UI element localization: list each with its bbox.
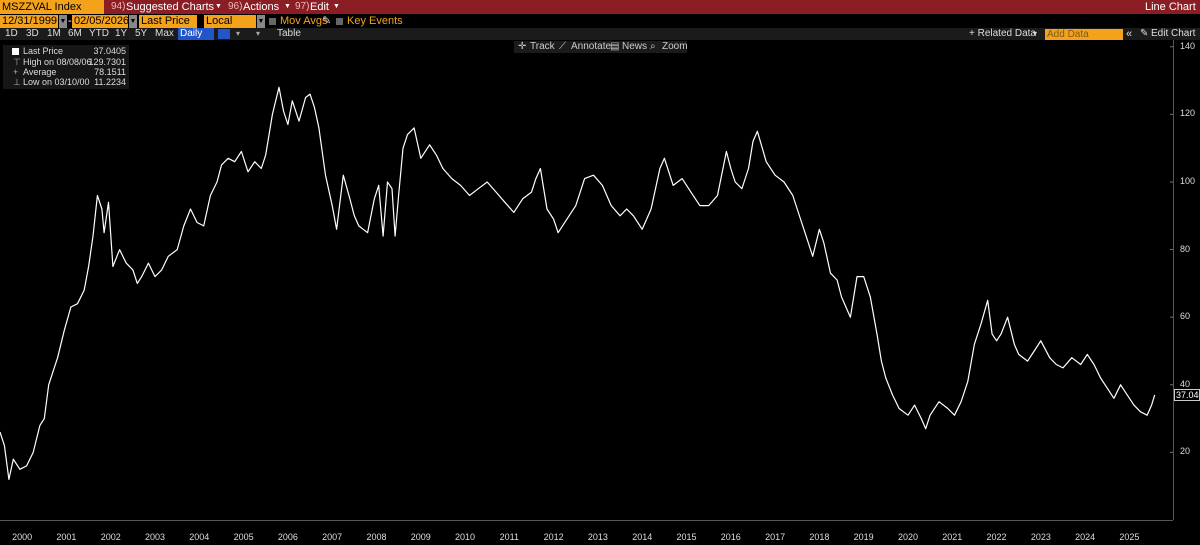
x-tick-label: 2010 [455,532,476,542]
mov-avgs-checkbox[interactable] [269,18,276,25]
edit-chart-button[interactable]: Edit Chart [1151,28,1195,40]
y-tick-label: 40 [1180,378,1191,389]
period-ytd[interactable]: YTD [89,28,109,40]
currency-dropdown-icon[interactable]: ▼ [257,15,265,28]
table-button[interactable]: Table [277,28,301,40]
x-tick-label: 2004 [189,532,210,542]
x-tick-label: 2018 [809,532,830,542]
y-tick-label: 100 [1180,175,1196,186]
low-marker-icon: ⊥ [13,77,21,87]
start-date-dropdown-icon[interactable]: ▼ [59,15,67,28]
x-tick-label: 2002 [100,532,121,542]
related-data-button[interactable]: + Related Data [969,28,1036,40]
period-3d[interactable]: 3D [26,28,39,40]
y-tick-label: 80 [1180,243,1191,254]
x-tick-label: 2021 [942,532,963,542]
key-events-label[interactable]: Key Events [347,15,403,28]
edit-chart-pencil-icon[interactable]: ✎ [1140,28,1148,40]
x-tick-label: 2001 [56,532,77,542]
y-tick-label: 60 [1180,311,1191,322]
frequency-select[interactable]: Daily [178,28,214,40]
legend-row-low: ⊥ Low on 03/10/00 11.2234 [3,77,129,88]
pencil-icon[interactable]: ✎ [322,15,331,28]
mov-avgs-label[interactable]: Mov Avgs [280,15,328,28]
end-date-dropdown-icon[interactable]: ▼ [129,15,137,28]
x-tick-label: 2013 [587,532,608,542]
actions-caret-icon: ▼ [284,3,291,10]
suggested-charts-menu[interactable]: Suggested Charts [126,0,214,14]
actions-menu[interactable]: Actions [243,0,279,14]
key-events-checkbox[interactable] [336,18,343,25]
chart-type-label: Line Chart [1145,1,1196,13]
add-data-input[interactable]: Add Data [1045,29,1123,40]
start-date-field[interactable]: 12/31/1999 [0,15,58,28]
x-tick-label: 2023 [1030,532,1051,542]
annotate-icon[interactable]: ⟋ [559,41,566,53]
last-value-label: 37.040 [1174,389,1200,401]
price-field-select[interactable]: Last Price [139,15,197,28]
x-tick-label: 2014 [632,532,653,542]
related-data-caret-icon[interactable]: ▾ [1033,28,1037,40]
period-1m[interactable]: 1M [47,28,61,40]
zoom-icon[interactable]: ⌕ [650,41,656,53]
y-tick-label: 20 [1180,446,1191,457]
x-tick-label: 2008 [366,532,387,542]
legend-value: 11.2234 [94,77,126,87]
suggested-caret-icon: ▼ [215,3,222,10]
currency-select[interactable]: Local CCY [204,15,256,40]
period-5y[interactable]: 5Y [135,28,147,40]
ticker-field[interactable]: MSZZVAL Index [0,0,104,14]
x-tick-label: 2017 [765,532,786,542]
y-tick-label: 140 [1180,40,1196,51]
track-tool[interactable]: Track [530,41,555,53]
x-tick-label: 2020 [897,532,918,542]
period-max[interactable]: Max [155,28,174,40]
x-tick-label: 2009 [410,532,431,542]
zoom-tool[interactable]: Zoom [662,41,688,53]
legend-box: Last Price 37.0405 ⊤ High on 08/08/06 12… [3,45,129,89]
x-tick-label: 2012 [543,532,564,542]
chart-style-caret-icon[interactable]: ▾ [236,28,240,40]
news-tool[interactable]: News [622,41,647,53]
track-icon[interactable]: ✛ [518,41,526,53]
x-tick-label: 2024 [1075,532,1096,542]
last-price-swatch-icon [12,48,19,55]
period-1y[interactable]: 1Y [115,28,127,40]
x-tick-label: 2005 [233,532,254,542]
x-tick-label: 2011 [499,532,520,542]
x-tick-label: 2015 [676,532,697,542]
edit-menu[interactable]: Edit [310,0,329,14]
actions-num: 96) [228,1,243,12]
period-1d[interactable]: 1D [5,28,18,40]
x-tick-label: 2016 [720,532,741,542]
x-tick-label: 2025 [1119,532,1140,542]
chart-options-caret-icon[interactable]: ▾ [256,28,260,40]
x-tick-label: 2006 [277,532,298,542]
edit-caret-icon: ▼ [333,3,340,10]
x-tick-label: 2000 [12,532,33,542]
line-chart-icon[interactable] [218,29,230,39]
x-tick-label: 2019 [853,532,874,542]
legend-row-last-price: Last Price 37.0405 [3,46,129,57]
x-tick-label: 2003 [145,532,166,542]
price-series-line [0,86,1156,480]
collapse-icon[interactable]: « [1126,28,1132,40]
chart-tools-bar: ✛ Track ⟋ Annotate ▤ News ⌕ Zoom [514,41,688,53]
suggested-charts-num: 94) [111,1,126,12]
edit-num: 97) [295,1,310,12]
y-tick-label: 120 [1180,108,1196,119]
legend-label: Last Price [23,46,64,56]
period-6m[interactable]: 6M [68,28,82,40]
legend-value: 37.0405 [93,46,126,56]
price-chart[interactable] [0,40,1173,520]
end-date-field[interactable]: 02/05/2026 [72,15,129,28]
x-tick-label: 2022 [986,532,1007,542]
x-tick-label: 2007 [322,532,343,542]
legend-label: Low on 03/10/00 [23,77,90,87]
news-icon[interactable]: ▤ [610,41,619,53]
annotate-tool[interactable]: Annotate [571,41,611,53]
